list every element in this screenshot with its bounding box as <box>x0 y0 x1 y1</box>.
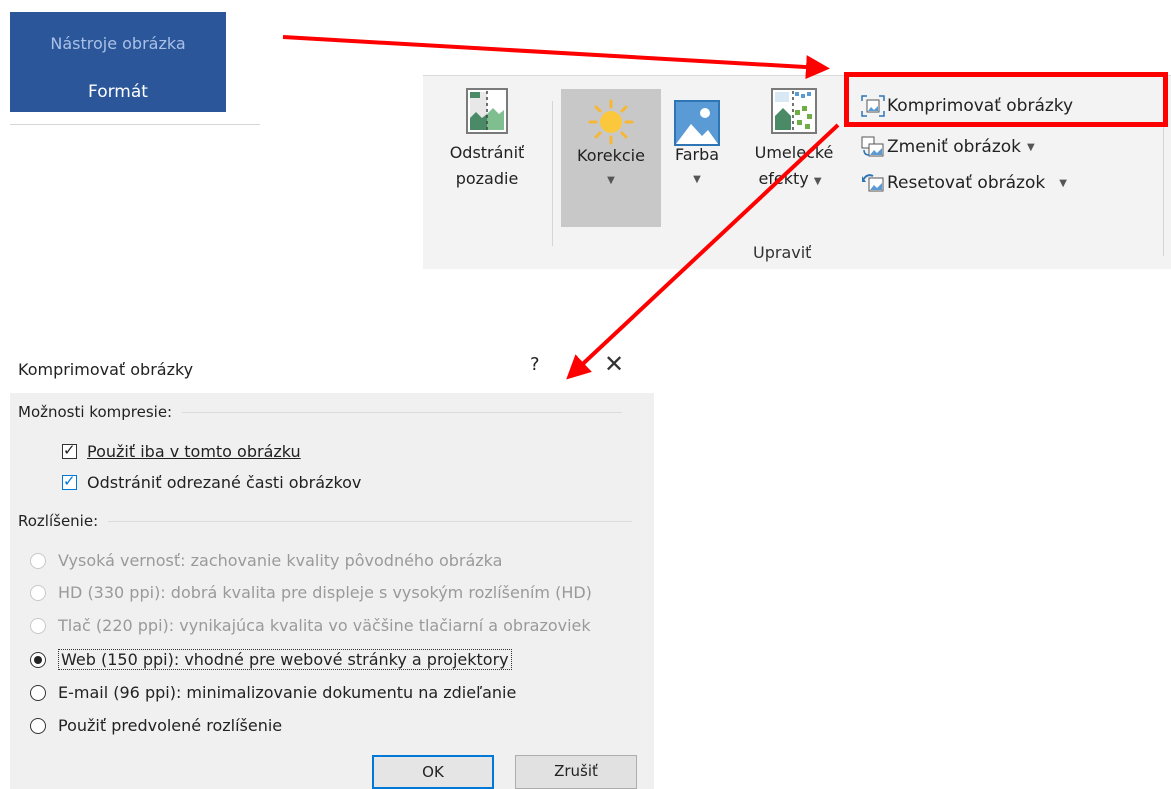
ok-button[interactable]: OK <box>372 755 494 789</box>
resolution-option-print[interactable]: Tlač (220 ppi): vynikajúca kvalita vo vä… <box>30 616 591 635</box>
option-label: HD (330 ppi): dobrá kvalita pre displeje… <box>58 583 592 602</box>
option-label: Vysoká vernosť: zachovanie kvality pôvod… <box>58 551 503 570</box>
resolution-option-high-fidelity[interactable]: Vysoká vernosť: zachovanie kvality pôvod… <box>30 551 502 570</box>
resolution-header: Rozlíšenie: <box>18 512 633 530</box>
option-label: E-mail (96 ppi): minimalizovanie dokumen… <box>58 683 517 702</box>
resolution-label: Rozlíšenie: <box>18 512 99 530</box>
option-label: Web (150 ppi): vhodné pre webové stránky… <box>58 649 512 670</box>
checkbox-checked[interactable]: ✓ <box>62 472 77 490</box>
option-label: Použiť predvolené rozlíšenie <box>58 716 283 735</box>
radio-button-selected[interactable] <box>30 651 46 668</box>
section-divider <box>108 520 633 522</box>
resolution-option-web[interactable]: Web (150 ppi): vhodné pre webové stránky… <box>30 649 512 670</box>
option-label: Tlač (220 ppi): vynikajúca kvalita vo vä… <box>58 616 591 635</box>
checkbox-checked[interactable]: ✓ <box>62 441 77 459</box>
radio-button[interactable] <box>30 584 46 601</box>
radio-button[interactable] <box>30 717 46 734</box>
apply-only-label: Použiť iba v tomto obrázku <box>87 442 301 461</box>
apply-only-to-this-picture-checkbox[interactable]: ✓ Použiť iba v tomto obrázku <box>62 441 301 461</box>
radio-button[interactable] <box>30 617 46 634</box>
compress-pictures-dialog: Možnosti kompresie: ✓ Použiť iba v tomto… <box>10 393 654 789</box>
resolution-option-email[interactable]: E-mail (96 ppi): minimalizovanie dokumen… <box>30 683 516 702</box>
compression-options-header: Možnosti kompresie: <box>18 403 623 421</box>
cancel-button[interactable]: Zrušiť <box>515 755 637 789</box>
help-button[interactable]: ? <box>530 354 540 375</box>
radio-button[interactable] <box>30 684 46 701</box>
dialog-title: Komprimovať obrázky <box>18 360 194 379</box>
arrow-to-compress-button <box>282 35 830 80</box>
arrow-to-dialog <box>566 123 840 380</box>
close-icon[interactable]: ✕ <box>604 350 624 378</box>
delete-cropped-label: Odstrániť odrezané časti obrázkov <box>87 473 362 492</box>
compression-options-label: Možnosti kompresie: <box>18 403 173 421</box>
resolution-option-hd[interactable]: HD (330 ppi): dobrá kvalita pre displeje… <box>30 583 592 602</box>
radio-button[interactable] <box>30 552 46 569</box>
section-divider <box>182 411 623 413</box>
resolution-option-default[interactable]: Použiť predvolené rozlíšenie <box>30 716 282 735</box>
delete-cropped-areas-checkbox[interactable]: ✓ Odstrániť odrezané časti obrázkov <box>62 472 362 492</box>
